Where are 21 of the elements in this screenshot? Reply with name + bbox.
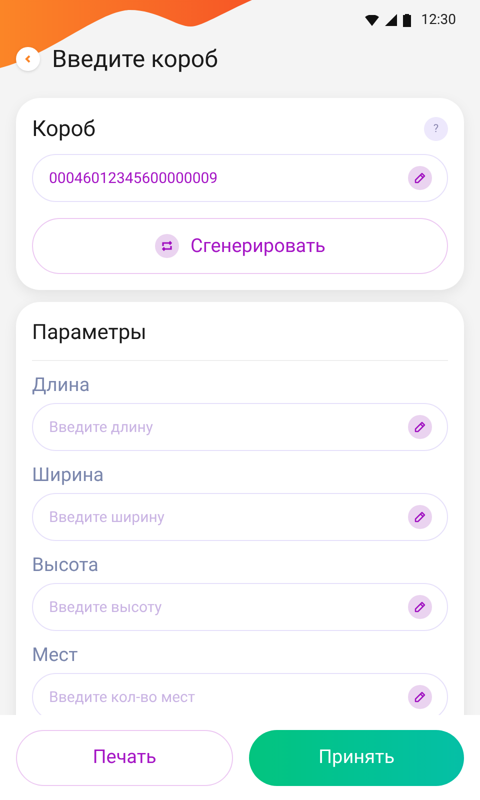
page-title: Введите короб [52,44,218,75]
field-label: Длина [32,372,91,396]
print-button[interactable]: Печать [16,730,233,786]
input-field[interactable]: 00046012345600000009 [32,154,448,202]
input-field[interactable]: Введите ширину [32,492,448,540]
input-field[interactable]: Введите кол-во мест [32,672,448,715]
back-button[interactable] [16,47,40,71]
input-field[interactable]: Введите длину [32,402,448,450]
wifi-icon [365,14,380,26]
battery-icon [403,14,412,26]
status-time: 12:30 [421,10,456,30]
generate-button[interactable]: Сгенерировать [32,218,448,274]
input-field[interactable]: Введите высоту [32,582,448,630]
chevron-left-icon [24,55,32,63]
field-label: Ширина [32,462,105,486]
repeat-icon [154,234,179,258]
card-title: Параметры [32,318,448,360]
card-title: Короб [32,116,96,144]
field-label: Мест [32,642,79,666]
field-label: Высота [32,552,100,576]
signal-icon [385,14,398,26]
